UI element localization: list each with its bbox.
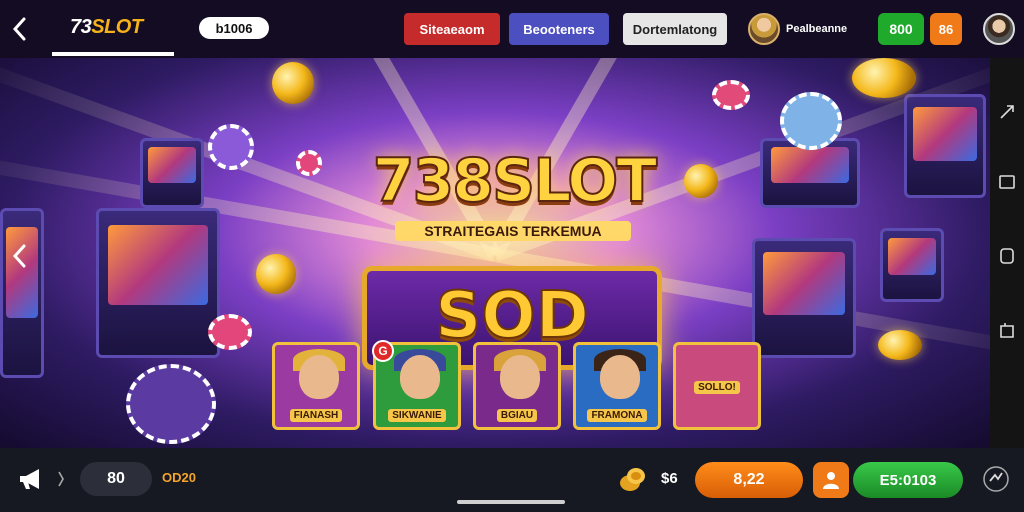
hero-prev-button[interactable]	[6, 240, 32, 272]
level-pill[interactable]: 80	[80, 462, 152, 496]
slot-machine-decor	[752, 238, 856, 358]
bottom-bar: 80 OD20 $6 8,22 E5:0103	[0, 448, 1024, 512]
square-icon	[999, 175, 1015, 189]
slot-machine-decor	[96, 208, 220, 358]
nav-button-1[interactable]: Siteaeaom	[404, 13, 500, 45]
refresh-icon	[983, 466, 1009, 492]
hero-subtitle: STRAITEGAIS TERKEMUA	[395, 221, 631, 241]
chevron-left-icon	[12, 17, 26, 41]
gold-coin-decor	[878, 330, 922, 360]
slot-machine-decor	[140, 138, 204, 208]
coins-button[interactable]	[617, 464, 649, 494]
expand-button[interactable]	[52, 464, 70, 494]
casino-chip-decor	[712, 80, 750, 110]
game-card-4[interactable]: FRAMONA	[573, 342, 661, 430]
logo-text: 73SLOT	[70, 16, 143, 38]
slot-machine-decor	[0, 208, 44, 378]
nav-button-2[interactable]: Beooteners	[509, 13, 609, 45]
rounded-square-icon	[1000, 248, 1014, 264]
game-card-label: SIKWANIE	[388, 409, 446, 422]
game-card-1[interactable]: FIANASH	[272, 342, 360, 430]
tabs-button[interactable]	[999, 322, 1015, 338]
side-rail	[990, 58, 1024, 448]
gold-coin-decor	[272, 62, 314, 104]
gold-coin-decor	[852, 58, 916, 98]
coin-button[interactable]: 800	[878, 13, 924, 45]
active-tab-indicator	[52, 52, 174, 56]
user-avatar[interactable]	[983, 13, 1015, 45]
profile-chip[interactable]: Pealbeanne	[748, 12, 868, 46]
casino-chip-decor	[296, 150, 322, 176]
balance-pill[interactable]: b1006	[199, 17, 269, 39]
refresh-button[interactable]	[980, 464, 1012, 494]
back-button[interactable]	[6, 14, 32, 44]
new-game-badge: G	[372, 340, 394, 362]
share-button[interactable]	[999, 104, 1015, 120]
game-card-3[interactable]: BGIAU	[473, 342, 561, 430]
home-indicator[interactable]	[457, 500, 565, 504]
top-bar: 73SLOT b1006 Siteaeaom Beooteners Dortem…	[0, 0, 1024, 58]
game-card-label: FIANASH	[289, 409, 343, 422]
window-button[interactable]	[999, 174, 1015, 190]
person-icon	[823, 472, 839, 489]
coins-icon	[620, 468, 645, 491]
chevron-left-icon	[12, 244, 26, 268]
nav-button-3[interactable]: Dortemlatong	[623, 13, 727, 45]
slot-machine-decor	[880, 228, 944, 302]
hero-title: 738SLOT	[372, 145, 658, 217]
bonus-code: OD20	[162, 470, 196, 485]
slot-machine-decor	[904, 94, 986, 198]
profile-name: Pealbeanne	[786, 23, 848, 35]
announcement-button[interactable]	[16, 464, 48, 494]
casino-chip-decor	[126, 364, 216, 444]
hero-banner[interactable]: 738SLOT STRAITEGAIS TERKEMUA SOD FIANASH…	[0, 58, 990, 448]
app-logo[interactable]: 73SLOT	[70, 16, 143, 39]
share-icon	[1000, 105, 1014, 119]
casino-chip-decor	[208, 124, 254, 170]
megaphone-icon	[20, 469, 39, 489]
badge-button[interactable]: 86	[930, 13, 962, 45]
profile-avatar	[748, 13, 780, 45]
game-card-label: FRAMONA	[587, 409, 647, 422]
casino-chip-decor	[208, 314, 252, 350]
bet-button[interactable]: 8,22	[695, 462, 803, 498]
casino-chip-decor	[780, 92, 842, 150]
game-card-label: BGIAU	[496, 409, 538, 422]
win-amount: $6	[661, 470, 678, 487]
tab-icon	[1000, 323, 1014, 338]
game-card-5[interactable]: SOLLO!	[673, 342, 761, 430]
game-card-label: SOLLO!	[694, 381, 740, 394]
chevron-right-icon	[58, 471, 64, 487]
profile-button[interactable]	[813, 462, 849, 498]
gold-coin-decor	[256, 254, 296, 294]
spin-button[interactable]: E5:0103	[853, 462, 963, 498]
home-button[interactable]	[999, 248, 1015, 264]
